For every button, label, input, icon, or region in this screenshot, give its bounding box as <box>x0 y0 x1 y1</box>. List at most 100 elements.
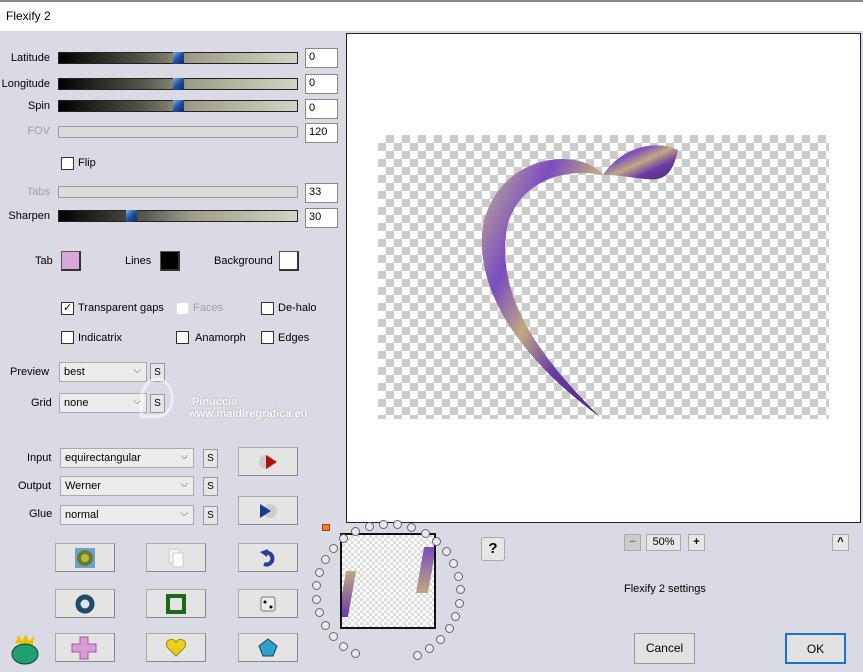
frame-button[interactable] <box>146 589 206 618</box>
minus-icon: − <box>629 536 636 548</box>
spin-slider[interactable] <box>58 100 298 112</box>
spin-input[interactable]: 0 <box>305 99 338 119</box>
randomize-globe-button[interactable] <box>55 543 115 572</box>
disc-play-icon <box>259 454 277 469</box>
sharpen-slider[interactable] <box>58 210 298 222</box>
help-button[interactable]: ? <box>481 537 505 561</box>
input-label: Input <box>27 452 52 464</box>
s-label: S <box>207 453 214 464</box>
play-disc-icon <box>260 503 277 518</box>
dial-step[interactable] <box>339 641 349 651</box>
dial-step[interactable] <box>320 555 330 565</box>
glue-label: Glue <box>29 508 53 520</box>
dial-step[interactable] <box>453 571 463 581</box>
zoom-out-button[interactable]: − <box>624 534 641 551</box>
glue-s-button[interactable]: S <box>203 506 218 525</box>
dial-step[interactable] <box>312 581 322 591</box>
ring-button[interactable] <box>55 589 115 618</box>
lines-color-swatch[interactable] <box>160 251 180 271</box>
ok-button[interactable]: OK <box>785 633 846 664</box>
dial-step[interactable] <box>315 608 325 618</box>
load-preset-button[interactable] <box>238 447 298 476</box>
preview-select[interactable]: best ⌵ <box>59 362 147 382</box>
dial-step[interactable] <box>420 529 430 539</box>
output-select[interactable]: Werner ⌵ <box>60 476 194 496</box>
zoom-level: 50% <box>646 534 681 551</box>
preview-canvas[interactable] <box>346 33 861 523</box>
anamorph-label: Anamorph <box>195 332 246 344</box>
copy-button[interactable] <box>146 543 206 572</box>
dial-step[interactable] <box>379 519 389 529</box>
lego-heart-button[interactable] <box>146 633 206 662</box>
chevron-down-icon: ⌵ <box>180 451 188 462</box>
dial-marker[interactable] <box>322 524 330 531</box>
latitude-slider[interactable] <box>58 52 298 64</box>
grid-select[interactable]: none ⌵ <box>59 393 147 413</box>
background-color-swatch[interactable] <box>279 251 299 271</box>
dial-step[interactable] <box>407 523 417 533</box>
dial-step[interactable] <box>412 650 422 660</box>
sharpen-label: Sharpen <box>8 210 50 222</box>
spin-label: Spin <box>27 100 50 112</box>
dial-step[interactable] <box>364 522 374 532</box>
zoom-in-button[interactable]: + <box>688 534 705 551</box>
collapse-button[interactable]: ^ <box>832 534 849 551</box>
sharpen-input[interactable]: 30 <box>305 208 338 228</box>
pentagon-button[interactable] <box>238 633 298 662</box>
faces-checkbox <box>176 302 189 315</box>
slider-thumb[interactable] <box>173 100 184 112</box>
tabs-input[interactable]: 33 <box>305 183 338 203</box>
tab-color-swatch[interactable] <box>61 251 81 271</box>
undo-button[interactable] <box>238 543 298 572</box>
s-label: S <box>207 510 214 521</box>
slider-thumb[interactable] <box>173 78 184 90</box>
latitude-input[interactable]: 0 <box>305 48 338 68</box>
thumbnail-stroke <box>415 547 434 593</box>
dial-step[interactable] <box>312 594 322 604</box>
dial-step[interactable] <box>328 632 338 642</box>
input-select[interactable]: equirectangular ⌵ <box>60 448 194 468</box>
transparent-gaps-checkbox[interactable] <box>61 301 74 315</box>
tab-color-label: Tab <box>35 255 53 267</box>
dial-step[interactable] <box>441 547 451 557</box>
dial-step[interactable] <box>451 612 461 622</box>
watermark-url: www.maidiregrafica.eu <box>188 408 308 420</box>
navigator-thumbnail[interactable] <box>340 533 436 629</box>
dial-step[interactable] <box>315 567 325 577</box>
latitude-label: Latitude <box>10 52 50 64</box>
dial-step[interactable] <box>436 635 446 645</box>
cancel-button[interactable]: Cancel <box>634 633 695 664</box>
output-s-button[interactable]: S <box>203 477 218 496</box>
dial-step[interactable] <box>455 599 465 608</box>
anamorph-checkbox[interactable] <box>176 331 189 344</box>
fov-input[interactable]: 120 <box>305 123 338 143</box>
longitude-slider[interactable] <box>58 78 298 90</box>
save-preset-button[interactable] <box>238 496 298 525</box>
glue-select[interactable]: normal ⌵ <box>60 505 194 525</box>
indicatrix-checkbox[interactable] <box>61 331 74 344</box>
slider-thumb[interactable] <box>126 210 137 222</box>
cross-button[interactable] <box>55 633 115 662</box>
dial-step[interactable] <box>351 648 361 658</box>
dial-step[interactable] <box>320 620 330 630</box>
slider-thumb[interactable] <box>173 52 184 64</box>
edges-checkbox[interactable] <box>261 331 274 344</box>
random-dice-button[interactable] <box>238 589 298 618</box>
faces-label: Faces <box>193 302 223 314</box>
input-s-button[interactable]: S <box>203 449 218 468</box>
de-halo-checkbox[interactable] <box>261 302 274 315</box>
flaming-pear-logo-icon <box>11 634 39 665</box>
pentagon-icon <box>258 637 278 656</box>
dial-step[interactable] <box>455 585 465 595</box>
heart-brick-icon <box>165 638 187 657</box>
dial-step[interactable] <box>329 543 338 553</box>
dial-step[interactable] <box>444 624 454 634</box>
dial-step[interactable] <box>432 537 442 547</box>
longitude-input[interactable]: 0 <box>305 74 338 94</box>
dial-step[interactable] <box>449 558 459 568</box>
dice-icon <box>260 596 276 611</box>
flip-checkbox[interactable] <box>61 157 74 170</box>
dial-step[interactable] <box>393 520 403 530</box>
dial-step[interactable] <box>425 644 435 654</box>
copy-icon <box>168 548 184 567</box>
